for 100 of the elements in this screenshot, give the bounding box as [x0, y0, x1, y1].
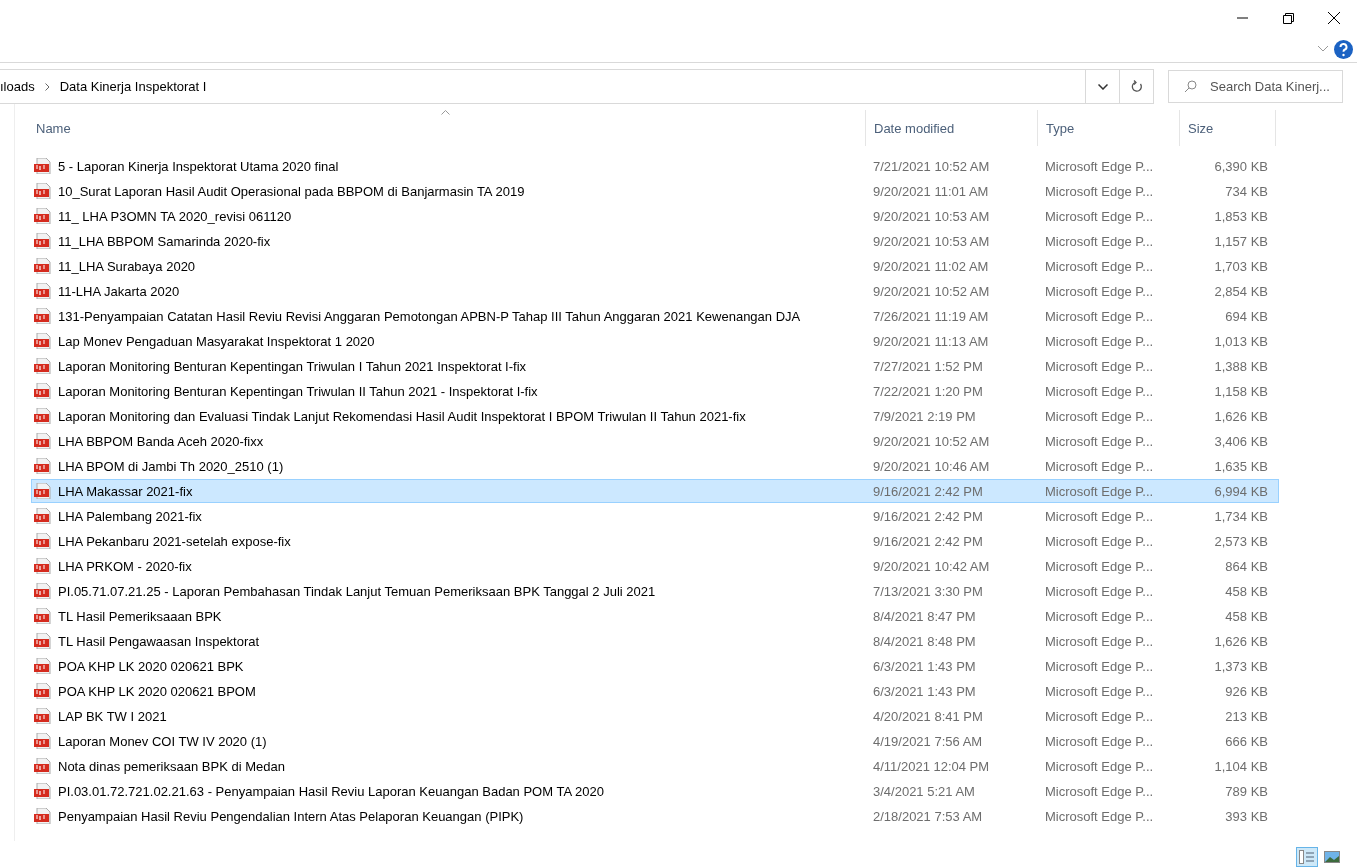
file-name: 11_LHA BBPOM Samarinda 2020-fix	[58, 233, 271, 249]
file-name: PI.03.01.72.721.02.21.63 - Penyampaian Hasil Reviu Laporan Keuangan Badan POM TA 2020	[58, 783, 604, 799]
file-row[interactable]: 11-LHA Jakarta 2020 9/20/2021 10:52 AM Microsoft Edge P... 2,854 KB	[31, 279, 1279, 303]
file-size: 1,158 KB	[1213, 383, 1269, 399]
file-row[interactable]: Nota dinas pemeriksaan BPK di Medan 4/11/2021 12:04 PM Microsoft Edge P... 1,104 KB	[31, 754, 1279, 778]
column-header[interactable]: Type	[1038, 110, 1180, 146]
pdf-file-icon	[34, 808, 52, 824]
file-row[interactable]: 5 - Laporan Kinerja Inspektorat Utama 2020 final 7/21/2021 10:52 AM Microsoft Edge P... 6,390 KB	[31, 154, 1279, 178]
file-row[interactable]: LHA PRKOM - 2020-fix 9/20/2021 10:42 AM Microsoft Edge P... 864 KB	[31, 554, 1279, 578]
file-type: Microsoft Edge P...	[1044, 258, 1155, 274]
column-header[interactable]: Size	[1180, 110, 1276, 146]
file-row[interactable]: 10_Surat Laporan Hasil Audit Operasional pada BBPOM di Banjarmasin TA 2019 9/20/2021 11:01 AM Microsoft Edge P... 734 KB	[31, 179, 1279, 203]
file-name: Laporan Monitoring dan Evaluasi Tindak Lanjut Rekomendasi Hasil Audit Inspektorat I BPOM Triwulan II Tahun 2021-fix	[58, 408, 746, 424]
date-modified: 9/20/2021 11:01 AM	[872, 183, 990, 199]
file-size: 1,635 KB	[1213, 458, 1269, 474]
file-size: 789 KB	[1224, 783, 1269, 799]
file-row[interactable]: TL Hasil Pengawaasan Inspektorat 8/4/2021 8:48 PM Microsoft Edge P... 1,626 KB	[31, 629, 1279, 653]
date-modified: 9/20/2021 10:52 AM	[872, 433, 991, 449]
file-size: 1,626 KB	[1213, 408, 1269, 424]
date-modified: 7/27/2021 1:52 PM	[872, 358, 984, 374]
pdf-file-icon	[34, 758, 52, 774]
file-row[interactable]: 131-Penyampaian Catatan Hasil Reviu Revisi Anggaran Pemotongan APBN-P Tahap III Tahun Anggaran 2021 Kewenangan DJA 7/26/2021 11:19 AM Microsoft Edge P... 694 KB	[31, 304, 1279, 328]
file-row[interactable]: Laporan Monev COI TW IV 2020 (1) 4/19/2021 7:56 AM Microsoft Edge P... 666 KB	[31, 729, 1279, 753]
file-row[interactable]: LHA Palembang 2021-fix 9/16/2021 2:42 PM Microsoft Edge P... 1,734 KB	[31, 504, 1279, 528]
date-modified: 9/16/2021 2:42 PM	[872, 533, 984, 549]
search-field[interactable]: Search Data Kinerj...	[1168, 70, 1343, 103]
pdf-file-icon	[34, 208, 52, 224]
file-type: Microsoft Edge P...	[1044, 283, 1155, 299]
file-row[interactable]: LHA Makassar 2021-fix 9/16/2021 2:42 PM Microsoft Edge P... 6,994 KB	[31, 479, 1279, 503]
file-size: 1,388 KB	[1213, 358, 1269, 374]
file-type: Microsoft Edge P...	[1044, 358, 1155, 374]
file-row[interactable]: Laporan Monitoring Benturan Kepentingan Triwulan I Tahun 2021 Inspektorat I-fix 7/27/2021 1:52 PM Microsoft Edge P... 1,388 KB	[31, 354, 1279, 378]
restore-icon	[1282, 12, 1294, 24]
file-name: LHA Pekanbaru 2021-setelah expose-fix	[58, 533, 291, 549]
file-name: POA KHP LK 2020 020621 BPOM	[58, 683, 256, 699]
picture-view-icon	[1324, 851, 1340, 863]
date-modified: 6/3/2021 1:43 PM	[872, 658, 977, 674]
pdf-file-icon	[34, 158, 52, 174]
breadcrumb[interactable]: Data Kinerja Inspektorat I	[59, 79, 207, 94]
file-row[interactable]: 11_ LHA P3OMN TA 2020_revisi 061120 9/20/2021 10:53 AM Microsoft Edge P... 1,853 KB	[31, 204, 1279, 228]
file-row[interactable]: 11_LHA BBPOM Samarinda 2020-fix 9/20/2021 10:53 AM Microsoft Edge P... 1,157 KB	[31, 229, 1279, 253]
pdf-file-icon	[34, 183, 52, 199]
pdf-file-icon	[34, 383, 52, 399]
file-row[interactable]: Laporan Monitoring Benturan Kepentingan Triwulan II Tahun 2021 - Inspektorat I-fix 7/22/2021 1:20 PM Microsoft Edge P... 1,158 KB	[31, 379, 1279, 403]
file-type: Microsoft Edge P...	[1044, 533, 1155, 549]
file-name: 131-Penyampaian Catatan Hasil Reviu Revisi Anggaran Pemotongan APBN-P Tahap III Tahun Anggaran 2021 Kewenangan DJA	[58, 308, 801, 324]
pdf-file-icon	[34, 308, 52, 324]
pdf-file-icon	[34, 458, 52, 474]
file-size: 458 KB	[1224, 608, 1269, 624]
file-type: Microsoft Edge P...	[1044, 183, 1155, 199]
file-row[interactable]: LHA BPOM di Jambi Th 2020_2510 (1) 9/20/2021 10:46 AM Microsoft Edge P... 1,635 KB	[31, 454, 1279, 478]
file-size: 1,853 KB	[1213, 208, 1269, 224]
file-name: 5 - Laporan Kinerja Inspektorat Utama 2020 final	[58, 158, 339, 174]
file-name: Laporan Monitoring Benturan Kepentingan Triwulan II Tahun 2021 - Inspektorat I-fix	[58, 383, 538, 399]
pdf-file-icon	[34, 633, 52, 649]
file-size: 2,573 KB	[1213, 533, 1269, 549]
file-row[interactable]: Laporan Monitoring dan Evaluasi Tindak Lanjut Rekomendasi Hasil Audit Inspektorat I BPOM Triwulan II Tahun 2021-fix 7/9/2021 2:19 PM Microsoft Edge P... 1,626 KB	[31, 404, 1279, 428]
file-size: 213 KB	[1224, 708, 1269, 724]
column-header[interactable]: Date modified	[866, 110, 1038, 146]
date-modified: 9/20/2021 10:42 AM	[872, 558, 991, 574]
chevron-down-icon	[1097, 83, 1108, 90]
pdf-file-icon	[34, 433, 52, 449]
date-modified: 2/18/2021 7:53 AM	[872, 808, 984, 824]
file-size: 1,373 KB	[1213, 658, 1269, 674]
help-icon[interactable]	[1334, 39, 1353, 59]
file-type: Microsoft Edge P...	[1044, 508, 1155, 524]
date-modified: 9/16/2021 2:42 PM	[872, 508, 984, 524]
file-row[interactable]: PI.05.71.07.21.25 - Laporan Pembahasan Tindak Lanjut Temuan Pemeriksaan BPK Tanggal 2 Juli 2021 7/13/2021 3:30 PM Microsoft Edge P... 458 KB	[31, 579, 1279, 603]
file-row[interactable]: LHA BBPOM Banda Aceh 2020-fixx 9/20/2021 10:52 AM Microsoft Edge P... 3,406 KB	[31, 429, 1279, 453]
file-row[interactable]: 11_LHA Surabaya 2020 9/20/2021 11:02 AM Microsoft Edge P... 1,703 KB	[31, 254, 1279, 278]
file-row[interactable]: Penyampaian Hasil Reviu Pengendalian Intern Atas Pelaporan Keuangan (PIPK) 2/18/2021 7:53 AM Microsoft Edge P... 393 KB	[31, 804, 1279, 828]
file-type: Microsoft Edge P...	[1044, 683, 1155, 699]
sort-ascending-icon	[441, 110, 450, 115]
file-name: TL Hasil Pengawaasan Inspektorat	[58, 633, 260, 649]
minimize-icon	[1236, 17, 1248, 19]
address-bar[interactable]: ıloads Data Kinerja Inspektorat I	[0, 69, 1154, 104]
file-row[interactable]: Lap Monev Pengaduan Masyarakat Inspektorat 1 2020 9/20/2021 11:13 AM Microsoft Edge P... 1,013 KB	[31, 329, 1279, 353]
file-name: Penyampaian Hasil Reviu Pengendalian Intern Atas Pelaporan Keuangan (PIPK)	[58, 808, 524, 824]
file-name: PI.05.71.07.21.25 - Laporan Pembahasan Tindak Lanjut Temuan Pemeriksaan BPK Tanggal 2 Juli 2021	[58, 583, 656, 599]
file-type: Microsoft Edge P...	[1044, 658, 1155, 674]
file-size: 6,994 KB	[1213, 483, 1269, 499]
search-icon	[1184, 80, 1197, 93]
breadcrumb[interactable]: ıloads	[0, 79, 35, 94]
file-row[interactable]: LAP BK TW I 2021 4/20/2021 8:41 PM Microsoft Edge P... 213 KB	[31, 704, 1279, 728]
date-modified: 7/13/2021 3:30 PM	[872, 583, 984, 599]
file-name: LAP BK TW I 2021	[58, 708, 167, 724]
file-row[interactable]: PI.03.01.72.721.02.21.63 - Penyampaian Hasil Reviu Laporan Keuangan Badan POM TA 2020 3/4/2021 5:21 AM Microsoft Edge P... 789 KB	[31, 779, 1279, 803]
file-row[interactable]: POA KHP LK 2020 020621 BPK 6/3/2021 1:43 PM Microsoft Edge P... 1,373 KB	[31, 654, 1279, 678]
date-modified: 9/20/2021 10:46 AM	[872, 458, 991, 474]
file-row[interactable]: TL Hasil Pemeriksaaan BPK 8/4/2021 8:47 PM Microsoft Edge P... 458 KB	[31, 604, 1279, 628]
file-size: 694 KB	[1224, 308, 1269, 324]
file-row[interactable]: POA KHP LK 2020 020621 BPOM 6/3/2021 1:43 PM Microsoft Edge P... 926 KB	[31, 679, 1279, 703]
view-toggle[interactable]	[1296, 847, 1318, 867]
file-name: 10_Surat Laporan Hasil Audit Operasional pada BBPOM di Banjarmasin TA 2019	[58, 183, 525, 199]
column-header[interactable]: Name	[34, 110, 866, 146]
file-type: Microsoft Edge P...	[1044, 233, 1155, 249]
date-modified: 7/9/2021 2:19 PM	[872, 408, 977, 424]
chevron-down-icon[interactable]	[1318, 46, 1328, 52]
file-size: 458 KB	[1224, 583, 1269, 599]
file-row[interactable]: LHA Pekanbaru 2021-setelah expose-fix 9/16/2021 2:42 PM Microsoft Edge P... 2,573 KB	[31, 529, 1279, 553]
